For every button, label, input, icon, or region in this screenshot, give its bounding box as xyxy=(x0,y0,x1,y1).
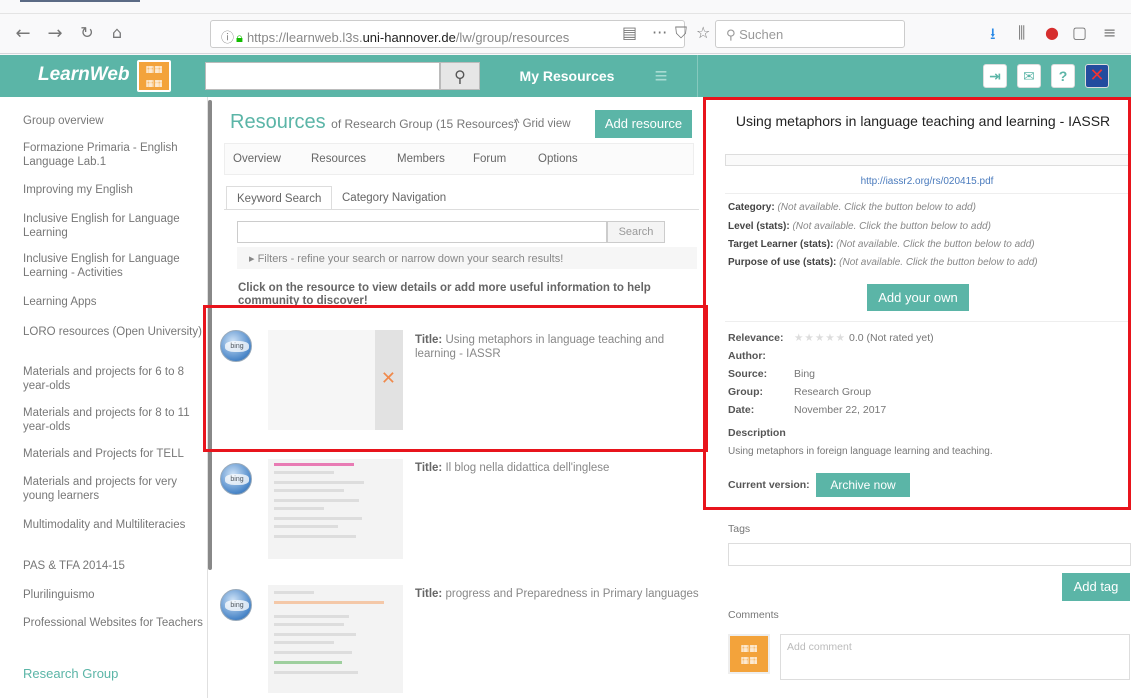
logout-icon[interactable]: ⇥ xyxy=(983,64,1007,88)
sidebar-item[interactable]: Improving my English xyxy=(23,183,203,197)
resource-thumbnail[interactable] xyxy=(268,585,403,693)
bing-globe-icon: bing xyxy=(220,589,252,621)
tab-category-navigation[interactable]: Category Navigation xyxy=(332,186,456,210)
search-button[interactable]: Search xyxy=(607,221,665,243)
back-icon[interactable]: ← xyxy=(12,23,34,44)
sidebar-item[interactable]: Materials and projects for 6 to 8 year-o… xyxy=(23,365,203,393)
header-search-input[interactable] xyxy=(205,62,440,90)
pocket-icon[interactable]: ⛉ xyxy=(675,23,687,43)
tab-overview[interactable]: Overview xyxy=(233,153,281,165)
sidebar-item[interactable]: Inclusive English for Language Learning … xyxy=(23,252,203,280)
add-tag-button[interactable]: Add tag xyxy=(1062,573,1130,601)
tags-label: Tags xyxy=(728,523,751,535)
sidebar-toggle-icon[interactable]: ▢ xyxy=(1072,23,1087,42)
download-icon[interactable]: ⭳ xyxy=(990,23,996,50)
reload-icon[interactable]: ↻ xyxy=(76,23,98,42)
group-logo-icon: ▦▦ ▦▦ xyxy=(137,60,171,92)
adblock-icon[interactable]: ● xyxy=(1045,23,1059,42)
mail-icon[interactable]: ✉ xyxy=(1017,64,1041,88)
navigation-bar: ← → ↻ ⌂ ⓘ 🔒︎ https://learnweb.l3s.uni-hann… xyxy=(0,14,1131,54)
active-tab-indicator xyxy=(20,0,140,2)
highlight-box-resource xyxy=(203,305,708,452)
forward-icon[interactable]: → xyxy=(44,23,66,44)
sidebar-item[interactable]: Materials and Projects for TELL xyxy=(23,447,203,461)
sidebar-item[interactable]: Professional Websites for Teachers xyxy=(23,616,203,630)
resource-title[interactable]: Title: progress and Preparedness in Prim… xyxy=(415,587,700,601)
browser-search-input[interactable]: ⚲ Suchen xyxy=(715,20,905,48)
menu-icon[interactable]: ≡ xyxy=(1103,23,1116,42)
library-icon[interactable]: ⫼ xyxy=(1018,23,1025,43)
hamburger-menu-icon[interactable]: ≡ xyxy=(648,63,674,89)
keyword-search-input[interactable] xyxy=(237,221,607,243)
tab-options[interactable]: Options xyxy=(538,153,578,165)
tab-keyword-search[interactable]: Keyword Search xyxy=(226,186,333,210)
bing-globe-icon: bing xyxy=(220,463,252,495)
tab-members[interactable]: Members xyxy=(397,153,445,165)
group-sidebar: Group overview Formazione Primaria - Eng… xyxy=(0,97,208,698)
info-icon[interactable]: ⓘ xyxy=(221,30,234,45)
highlight-box-details xyxy=(703,97,1131,510)
tags-input[interactable] xyxy=(728,543,1131,566)
reader-view-icon[interactable]: ▤ xyxy=(622,23,637,42)
help-icon[interactable]: ? xyxy=(1051,64,1075,88)
lock-icon[interactable]: 🔒︎ xyxy=(236,30,243,45)
sidebar-current-group[interactable]: Research Group xyxy=(23,667,203,681)
page-title: Resources of Research Group (15 Resource… xyxy=(230,111,518,133)
resource-thumbnail[interactable] xyxy=(268,459,403,559)
group-tabs: Overview Resources Members Forum Options xyxy=(224,143,694,175)
sidebar-item[interactable]: Inclusive English for Language Learning xyxy=(23,212,203,240)
resource-title[interactable]: Title: Il blog nella didattica dell'ingl… xyxy=(415,461,700,475)
comments-label: Comments xyxy=(728,609,779,621)
learnweb-logo[interactable]: LearnWeb xyxy=(38,64,130,86)
sidebar-item[interactable]: Plurilinguismo xyxy=(23,588,203,602)
url-bar[interactable]: ⓘ 🔒︎ https://learnweb.l3s.uni-hannover.de/… xyxy=(210,20,685,48)
sidebar-item[interactable]: PAS & TFA 2014-15 xyxy=(23,559,203,573)
sidebar-item[interactable]: Group overview xyxy=(23,114,203,128)
header-divider xyxy=(697,55,698,97)
sidebar-item[interactable]: Formazione Primaria - English Language L… xyxy=(23,141,203,169)
avatar: ▦▦ ▦▦ xyxy=(728,634,770,674)
tab-resources[interactable]: Resources xyxy=(311,153,366,165)
filters-toggle[interactable]: ▸ Filters - refine your search or narrow… xyxy=(237,247,697,269)
my-resources-button[interactable]: My Resources xyxy=(517,64,617,88)
tab-forum[interactable]: Forum xyxy=(473,153,506,165)
sidebar-item[interactable]: LORO resources (Open University) xyxy=(23,325,203,339)
search-tabs-divider xyxy=(224,209,699,210)
sidebar-item[interactable]: Materials and projects for very young le… xyxy=(23,475,203,503)
home-icon[interactable]: ⌂ xyxy=(106,23,128,42)
grid-view-toggle[interactable]: ^ Grid view xyxy=(514,118,571,130)
add-resource-button[interactable]: Add resource xyxy=(595,110,692,138)
sidebar-item[interactable]: Multimodality and Multiliteracies xyxy=(23,518,203,532)
bookmark-star-icon[interactable]: ☆ xyxy=(696,23,710,42)
comment-input[interactable]: Add comment xyxy=(780,634,1130,680)
uk-flag-icon[interactable]: ✕ xyxy=(1085,64,1109,88)
app-header: LearnWeb ▦▦ ▦▦ ⚲ My Resources ≡ ⇥ ✉ ? ✕ xyxy=(0,55,1131,97)
sidebar-item[interactable]: Learning Apps xyxy=(23,295,203,309)
tab-strip xyxy=(0,0,1131,14)
search-icon[interactable]: ⚲ xyxy=(440,62,480,90)
page-actions-icon[interactable]: ··· xyxy=(652,23,667,42)
sidebar-item[interactable]: Materials and projects for 8 to 11 year-… xyxy=(23,406,203,434)
